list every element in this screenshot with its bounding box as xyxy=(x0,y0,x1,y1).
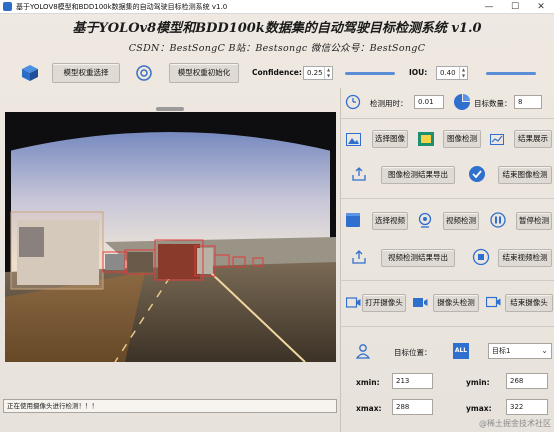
pie-chart-icon xyxy=(454,94,470,110)
ymax-label: ymax: xyxy=(466,404,492,413)
status-bar: 正在使用摄像头进行检测！！！ xyxy=(3,399,337,413)
target-position-label: 目标位置： xyxy=(394,348,432,357)
stop-circle-icon xyxy=(472,248,490,266)
divider xyxy=(340,118,554,119)
xmin-label: xmin: xyxy=(356,378,380,387)
xmax-field: 288 xyxy=(392,399,433,415)
export-image-result-button[interactable]: 图像检测结果导出 xyxy=(381,166,455,184)
iou-value: 0.40 xyxy=(440,69,456,77)
user-location-icon xyxy=(356,344,370,359)
finish-video-detect-button[interactable]: 结束视频检测 xyxy=(498,249,552,267)
cube-icon xyxy=(22,65,38,81)
video-detect-button[interactable]: 视频检测 xyxy=(443,212,479,230)
iou-label: IOU: xyxy=(409,68,428,77)
video-camera-icon xyxy=(346,297,361,308)
ymax-field: 322 xyxy=(506,399,548,415)
chevron-down-icon: ⌄ xyxy=(541,346,548,355)
maximize-button[interactable]: ☐ xyxy=(502,0,528,14)
webcam-icon xyxy=(418,212,432,228)
ymin-label: ymin: xyxy=(466,378,490,387)
camera-record-icon xyxy=(413,298,428,307)
detection-display xyxy=(5,112,336,362)
close-button[interactable]: ✕ xyxy=(528,0,554,14)
export-icon xyxy=(352,167,366,181)
detection-box xyxy=(10,211,104,290)
pause-detect-button[interactable]: 暂停检测 xyxy=(516,212,552,230)
image-detect-button[interactable]: 图像检测 xyxy=(443,130,481,148)
iou-slider[interactable] xyxy=(486,66,536,80)
author-info: CSDN：BestSongC B站：Bestsongc 微信公众号：BestSo… xyxy=(128,43,426,54)
divider xyxy=(340,326,554,327)
video-file-icon xyxy=(346,213,360,227)
watermark: @稀土掘金技术社区 xyxy=(479,419,551,428)
detect-time-field: 0.01 xyxy=(414,95,444,109)
target-settings-icon xyxy=(136,65,152,81)
title-bar: 基于YOLOV8模型和BDD100k数据集的自动驾驶目标检测系统 v1.0 — … xyxy=(0,0,554,14)
export-video-result-button[interactable]: 视频检测结果导出 xyxy=(381,249,455,267)
window-title: 基于YOLOV8模型和BDD100k数据集的自动驾驶目标检测系统 v1.0 xyxy=(16,2,228,11)
pause-icon xyxy=(490,212,506,228)
confidence-value: 0.25 xyxy=(307,69,323,77)
target-select-value: 目标1 xyxy=(492,347,511,355)
target-count-label: 目标数量： xyxy=(474,99,512,108)
target-select[interactable]: 目标1 ⌄ xyxy=(488,343,552,359)
select-image-button[interactable]: 选择图像 xyxy=(372,130,408,148)
confidence-spinbox[interactable]: 0.25 ▲ ▼ xyxy=(303,66,333,80)
detect-time-label: 检测用时： xyxy=(370,99,408,108)
xmax-label: xmax: xyxy=(356,404,382,413)
finish-image-detect-button[interactable]: 结束图像检测 xyxy=(498,166,552,184)
divider xyxy=(340,198,554,199)
minimize-button[interactable]: — xyxy=(476,0,502,14)
select-video-button[interactable]: 选择视频 xyxy=(372,212,408,230)
image-scan-icon xyxy=(418,132,434,146)
confidence-slider-track xyxy=(345,72,395,75)
window-controls: — ☐ ✕ xyxy=(476,0,554,14)
spin-arrows-icon[interactable]: ▲ ▼ xyxy=(324,67,332,79)
confidence-label: Confidence: xyxy=(252,68,302,77)
model-toolbar: 模型权重选择 模型权重初始化 Confidence: 0.25 ▲ ▼ IOU: … xyxy=(0,60,554,86)
divider xyxy=(340,280,554,281)
spin-arrows-icon[interactable]: ▲ ▼ xyxy=(459,67,467,79)
show-result-button[interactable]: 结果展示 xyxy=(514,130,552,148)
all-targets-icon: ALL xyxy=(453,343,469,359)
page-title: 基于YOLOv8模型和BDD100k数据集的自动驾驶目标检测系统 v1.0 xyxy=(72,21,482,36)
confidence-slider[interactable] xyxy=(345,66,395,80)
camera-off-icon xyxy=(486,296,501,308)
init-model-button[interactable]: 模型权重初始化 xyxy=(169,63,239,83)
xmin-field: 213 xyxy=(392,373,433,389)
image-icon xyxy=(346,133,361,146)
camera-detect-button[interactable]: 摄像头检测 xyxy=(433,294,479,312)
finish-camera-button[interactable]: 结束摄像头 xyxy=(505,294,553,312)
iou-slider-track xyxy=(486,72,536,75)
open-camera-button[interactable]: 打开摄像头 xyxy=(362,294,406,312)
camera-frame-image xyxy=(5,112,336,362)
select-model-button[interactable]: 模型权重选择 xyxy=(52,63,120,83)
check-circle-icon xyxy=(469,166,485,182)
target-count-field: 8 xyxy=(514,95,542,109)
trend-chart-icon xyxy=(490,134,504,145)
iou-spinbox[interactable]: 0.40 ▲ ▼ xyxy=(436,66,468,80)
ymin-field: 268 xyxy=(506,373,548,389)
app-window: 基于YOLOV8模型和BDD100k数据集的自动驾驶目标检测系统 v1.0 — … xyxy=(0,0,554,432)
app-icon xyxy=(3,2,12,11)
panel-handle[interactable] xyxy=(156,107,184,111)
export-icon xyxy=(352,250,366,264)
clock-icon xyxy=(345,94,361,110)
